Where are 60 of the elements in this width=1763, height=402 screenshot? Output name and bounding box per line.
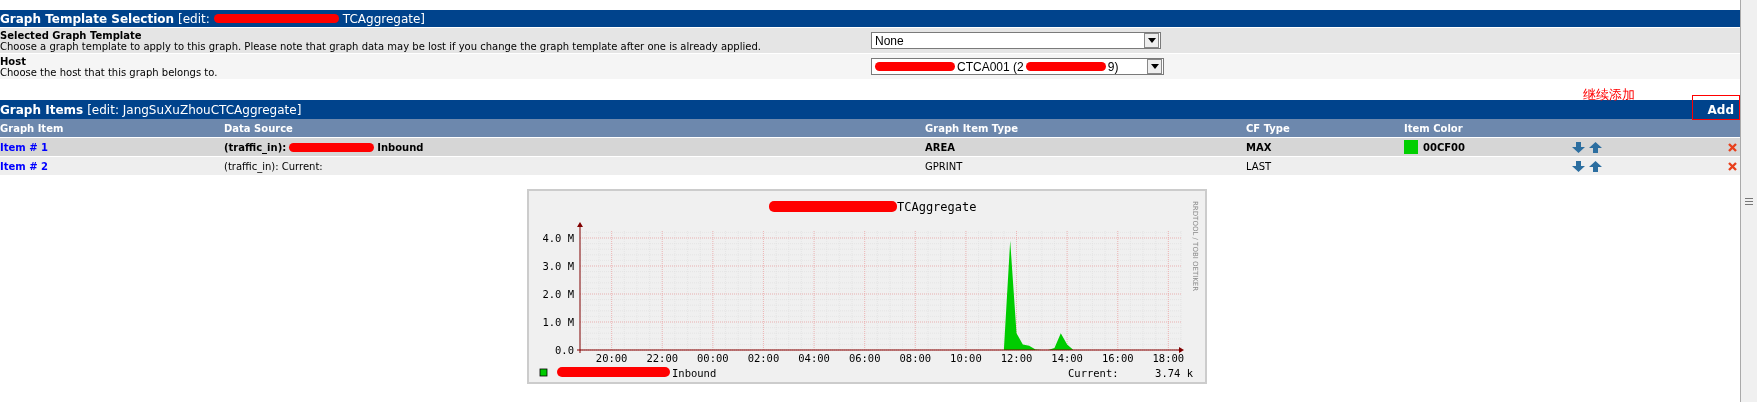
column-header: Data Source xyxy=(224,122,294,134)
y-tick-label: 3.0 M xyxy=(542,260,574,272)
grip-icon xyxy=(1745,197,1753,205)
data-source-text: (traffic_in): xyxy=(224,141,287,153)
edit-label: [edit: JangSuXuZhouCTCAggregate] xyxy=(87,102,302,117)
x-tick-label: 10:00 xyxy=(950,352,982,364)
section-title: Graph Items xyxy=(0,102,84,117)
cf-type-cell-text: MAX xyxy=(1246,141,1273,153)
y-tick-label: 4.0 M xyxy=(542,232,574,244)
color-code: 00CF00 xyxy=(1423,141,1465,153)
move-up-icon[interactable] xyxy=(1589,141,1602,153)
x-tick-label: 20:00 xyxy=(595,352,628,364)
caret-icon xyxy=(1147,38,1156,43)
column-header: Graph Item Type xyxy=(925,122,1019,134)
x-tick-label: 04:00 xyxy=(798,352,830,364)
x-tick-label: 06:00 xyxy=(848,352,881,364)
move-down-icon[interactable] xyxy=(1572,141,1585,153)
annotation-frame xyxy=(1692,95,1740,120)
caret-icon xyxy=(1150,64,1159,69)
cf-type-cell-text: LAST xyxy=(1246,160,1273,172)
item-link[interactable]: Item # 1 xyxy=(0,141,224,153)
current-label: Current: xyxy=(1068,367,1119,379)
column-header: Graph Item xyxy=(0,122,65,134)
dropdown-field[interactable]: None xyxy=(871,32,1161,49)
move-down-icon[interactable] xyxy=(1572,160,1585,172)
delete-icon[interactable] xyxy=(1728,142,1737,152)
x-tick-label: 00:00 xyxy=(697,352,729,364)
item-link[interactable]: Item # 2 xyxy=(0,160,224,172)
legend-label: Inbound xyxy=(672,367,717,379)
field-label: Host xyxy=(0,55,27,67)
section-title: Graph Template Selection xyxy=(0,11,175,26)
y-tick-label: 0.0 xyxy=(555,344,574,356)
current-value: 3.74 k xyxy=(1155,367,1193,379)
field-description: Choose a graph template to apply to this graph. Please note that graph data may be lost if you change the graph template after one is already applied. xyxy=(0,40,762,52)
delete-icon[interactable] xyxy=(1728,161,1737,171)
edit-label: TCAggregate] xyxy=(342,11,426,26)
annotation-text: 继续添加 xyxy=(1583,86,1635,104)
y-tick-label: 2.0 M xyxy=(542,288,574,300)
item-type-cell-text: AREA xyxy=(925,141,956,153)
x-tick-label: 14:00 xyxy=(1051,352,1083,364)
dropdown-field[interactable]: CTCA001 (2 9) xyxy=(871,58,1164,75)
column-header: CF Type xyxy=(1246,122,1291,134)
field-description: Choose the host that this graph belongs to. xyxy=(0,66,219,78)
edit-label: [edit: xyxy=(178,11,210,26)
graph-title: TCAggregate xyxy=(897,200,977,214)
column-header: Item Color xyxy=(1404,122,1464,134)
scrollbar[interactable] xyxy=(1740,0,1757,402)
item-type-cell-text: GPRINT xyxy=(925,160,964,172)
x-tick-label: 22:00 xyxy=(646,352,679,364)
data-source-text: (traffic_in): Current: xyxy=(224,160,323,172)
add-link[interactable]: Add xyxy=(1707,102,1734,117)
x-tick-label: 12:00 xyxy=(1000,352,1033,364)
data-source-text: Inbound xyxy=(377,141,424,153)
y-tick-label: 1.0 M xyxy=(542,316,574,328)
x-tick-label: 16:00 xyxy=(1101,352,1134,364)
x-tick-label: 02:00 xyxy=(747,352,780,364)
move-up-icon[interactable] xyxy=(1589,160,1602,172)
x-tick-label: 08:00 xyxy=(899,352,932,364)
field-label: Selected Graph Template xyxy=(0,29,143,41)
x-tick-label: 18:00 xyxy=(1152,352,1185,364)
